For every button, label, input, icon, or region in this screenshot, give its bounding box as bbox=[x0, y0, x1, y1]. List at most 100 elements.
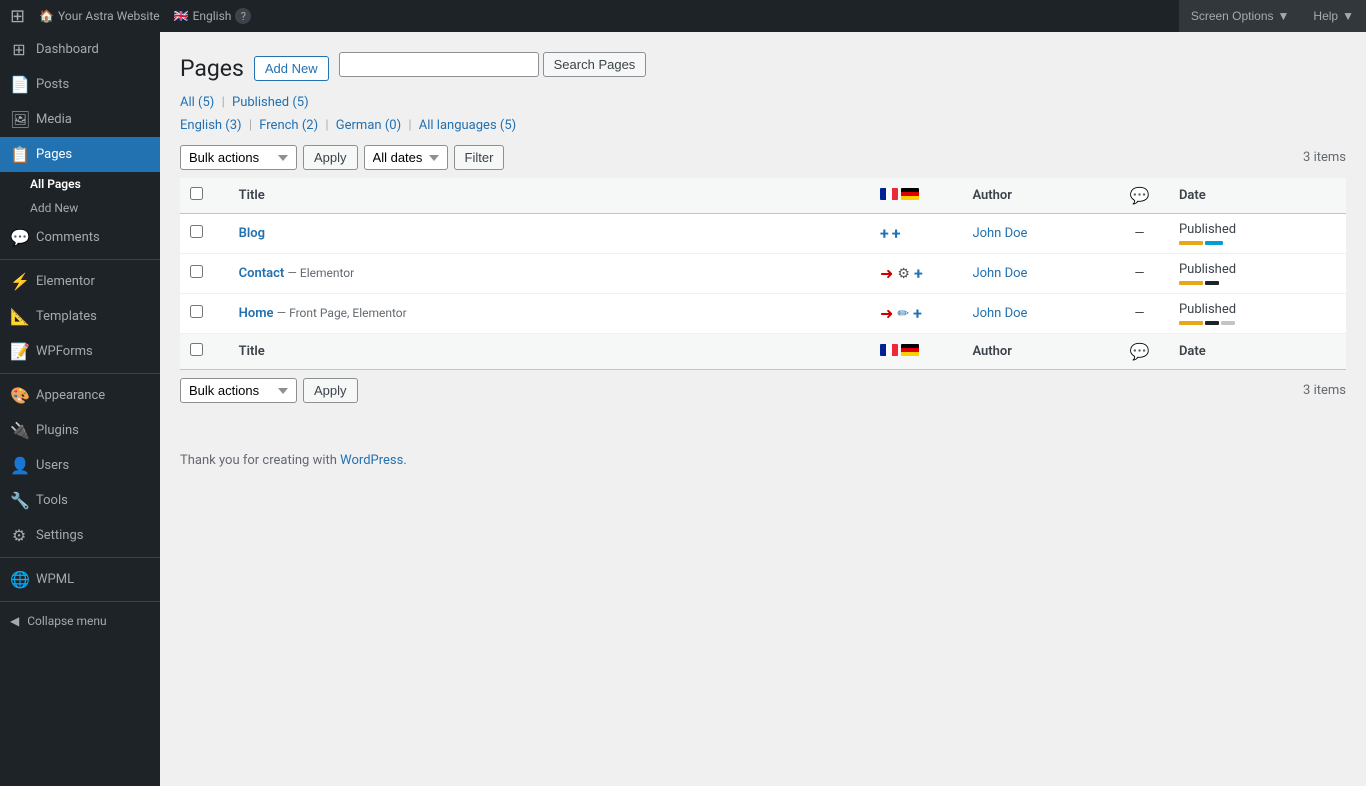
sidebar-item-settings[interactable]: ⚙ Settings bbox=[0, 518, 160, 553]
search-pages-button[interactable]: Search Pages bbox=[543, 52, 647, 77]
german-flag-header bbox=[901, 188, 919, 200]
author-col-header[interactable]: Author bbox=[962, 178, 1110, 214]
lang-all-link[interactable]: All languages (5) bbox=[419, 118, 516, 133]
filter-button[interactable]: Filter bbox=[454, 145, 505, 170]
sidebar-divider-2 bbox=[0, 373, 160, 374]
table-footer-row: Title Author 💬 Date bbox=[180, 334, 1346, 370]
title-col-header[interactable]: Title bbox=[229, 178, 870, 214]
sidebar-item-posts[interactable]: 📄 Posts bbox=[0, 67, 160, 102]
bulk-actions-select-bottom[interactable]: Bulk actions Edit Move to Trash bbox=[180, 378, 297, 403]
home-status-seg-2 bbox=[1205, 321, 1219, 325]
home-date-cell: Published bbox=[1169, 294, 1346, 334]
german-flag-footer bbox=[901, 344, 919, 356]
contact-title-link[interactable]: Contact bbox=[239, 266, 285, 281]
users-icon: 👤 bbox=[10, 456, 28, 475]
bulk-actions-select-top[interactable]: Bulk actions Edit Move to Trash bbox=[180, 145, 297, 170]
flags-col-header bbox=[870, 178, 962, 214]
sidebar-item-media[interactable]: 🖼 Media bbox=[0, 102, 160, 137]
blog-comment-cell: — bbox=[1110, 214, 1169, 254]
table-row: Contact — Elementor ➜ ⚙ + John Doe bbox=[180, 254, 1346, 294]
lang-english-link[interactable]: English (3) bbox=[180, 118, 245, 133]
apply-button-bottom[interactable]: Apply bbox=[303, 378, 358, 403]
home-title-link[interactable]: Home bbox=[239, 306, 274, 321]
row-checkbox-cell bbox=[180, 214, 229, 254]
collapse-menu[interactable]: ◀ Collapse menu bbox=[0, 606, 160, 636]
row-checkbox-home[interactable] bbox=[190, 305, 203, 318]
lang-french-link[interactable]: French (2) bbox=[259, 118, 321, 133]
home-author-link[interactable]: John Doe bbox=[972, 306, 1027, 321]
apply-button-top[interactable]: Apply bbox=[303, 145, 358, 170]
date-col-footer[interactable]: Date bbox=[1169, 334, 1346, 370]
dashboard-icon: ⊞ bbox=[10, 40, 28, 59]
blog-title-link[interactable]: Blog bbox=[239, 226, 265, 241]
blog-add-de-button[interactable]: + bbox=[892, 226, 901, 242]
contact-author-cell: John Doe bbox=[962, 254, 1110, 294]
collapse-icon: ◀ bbox=[10, 614, 19, 628]
sidebar-item-appearance[interactable]: 🎨 Appearance bbox=[0, 378, 160, 413]
flags-col-footer bbox=[870, 334, 962, 370]
screen-options-button[interactable]: Screen Options ▼ bbox=[1179, 0, 1302, 32]
language-switcher[interactable]: 🇬🇧 English ? bbox=[174, 8, 252, 24]
sidebar-item-plugins[interactable]: 🔌 Plugins bbox=[0, 413, 160, 448]
sidebar-item-comments[interactable]: 💬 Comments bbox=[0, 220, 160, 255]
contact-arrow-icon: ➜ bbox=[880, 264, 893, 283]
sidebar-sub-all-pages[interactable]: All Pages bbox=[0, 172, 160, 196]
select-all-checkbox[interactable] bbox=[190, 187, 203, 200]
contact-add-lang-button[interactable]: + bbox=[914, 266, 923, 282]
sidebar-item-tools[interactable]: 🔧 Tools bbox=[0, 483, 160, 518]
french-flag-footer bbox=[880, 344, 898, 356]
search-input[interactable] bbox=[339, 52, 539, 77]
contact-elementor-icon[interactable]: ⚙ bbox=[897, 266, 910, 282]
plugins-icon: 🔌 bbox=[10, 421, 28, 440]
sidebar-item-wpml[interactable]: 🌐 WPML bbox=[0, 562, 160, 597]
sidebar-divider-3 bbox=[0, 557, 160, 558]
row-checkbox-contact[interactable] bbox=[190, 265, 203, 278]
sidebar-sub-add-new[interactable]: Add New bbox=[0, 196, 160, 220]
lang-german-link[interactable]: German (0) bbox=[336, 118, 405, 133]
sidebar-item-elementor[interactable]: ⚡ Elementor bbox=[0, 264, 160, 299]
comment-bubble-icon: 💬 bbox=[1129, 186, 1149, 205]
date-col-header[interactable]: Date bbox=[1169, 178, 1346, 214]
home-status-seg-3 bbox=[1221, 321, 1235, 325]
help-button[interactable]: Help ▼ bbox=[1301, 0, 1366, 32]
contact-author-link[interactable]: John Doe bbox=[972, 266, 1027, 281]
blog-status-seg-1 bbox=[1179, 241, 1203, 245]
language-help-icon[interactable]: ? bbox=[235, 8, 251, 24]
appearance-icon: 🎨 bbox=[10, 386, 28, 405]
comment-col-header: 💬 bbox=[1110, 178, 1169, 214]
site-name[interactable]: 🏠 Your Astra Website bbox=[39, 9, 160, 23]
wp-logo-icon: ⊞ bbox=[10, 6, 25, 27]
row-checkbox-cell bbox=[180, 294, 229, 334]
home-edit-icon[interactable]: ✏ bbox=[897, 306, 909, 322]
title-col-footer[interactable]: Title bbox=[229, 334, 870, 370]
sidebar-item-dashboard[interactable]: ⊞ Dashboard bbox=[0, 32, 160, 67]
wordpress-link[interactable]: WordPress bbox=[340, 453, 403, 468]
filter-published-link[interactable]: Published (5) bbox=[232, 95, 309, 110]
sidebar-item-users[interactable]: 👤 Users bbox=[0, 448, 160, 483]
home-add-lang-button[interactable]: + bbox=[913, 306, 922, 322]
contact-title-meta: — Elementor bbox=[288, 266, 355, 280]
row-checkbox-blog[interactable] bbox=[190, 225, 203, 238]
sidebar-item-pages[interactable]: 📋 Pages bbox=[0, 137, 160, 172]
blog-author-link[interactable]: John Doe bbox=[972, 226, 1027, 241]
add-new-button[interactable]: Add New bbox=[254, 56, 329, 81]
select-all-col bbox=[180, 178, 229, 214]
home-comment-cell: — bbox=[1110, 294, 1169, 334]
table-row: Home — Front Page, Elementor ➜ ✏ + John … bbox=[180, 294, 1346, 334]
author-col-footer[interactable]: Author bbox=[962, 334, 1110, 370]
wpforms-icon: 📝 bbox=[10, 342, 28, 361]
sidebar-item-templates[interactable]: 📐 Templates bbox=[0, 299, 160, 334]
select-all-checkbox-footer[interactable] bbox=[190, 343, 203, 356]
blog-add-fr-button[interactable]: + bbox=[880, 226, 889, 242]
items-count-top: 3 items bbox=[1303, 150, 1346, 165]
sidebar-item-wpforms[interactable]: 📝 WPForms bbox=[0, 334, 160, 369]
date-filter-select[interactable]: All dates bbox=[364, 145, 448, 170]
contact-comment-cell: — bbox=[1110, 254, 1169, 294]
home-flags-cell: ➜ ✏ + bbox=[870, 294, 962, 334]
main-content: Pages Add New Search Pages All (5) | Pub… bbox=[160, 32, 1366, 786]
table-header-row: Title Author 💬 Date bbox=[180, 178, 1346, 214]
sidebar-divider bbox=[0, 259, 160, 260]
table-row: Blog + + John Doe — Pu bbox=[180, 214, 1346, 254]
wpml-icon: 🌐 bbox=[10, 570, 28, 589]
filter-all-link[interactable]: All (5) bbox=[180, 95, 218, 110]
